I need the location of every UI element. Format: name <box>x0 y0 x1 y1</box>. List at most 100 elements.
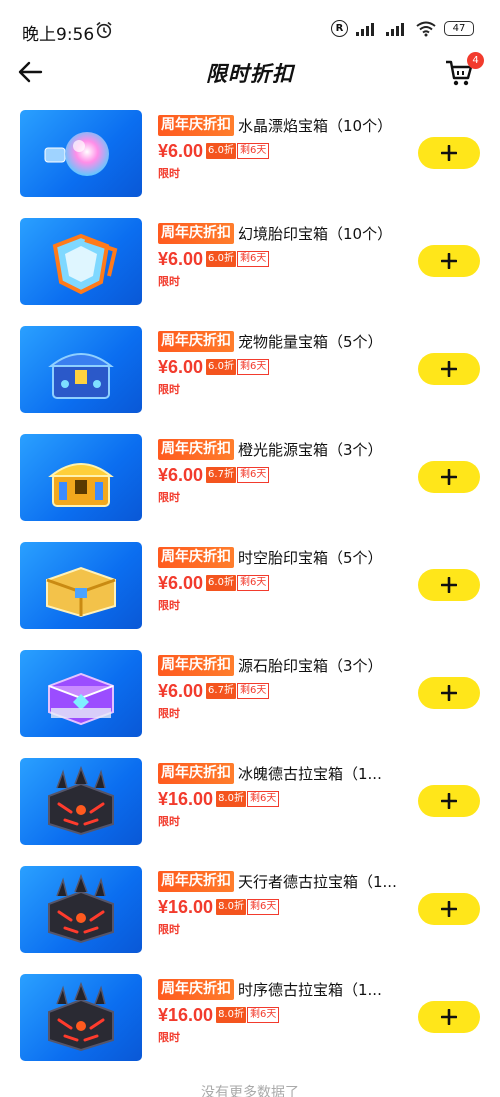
product-name[interactable]: 橙光能源宝箱（3个） <box>238 439 383 460</box>
discount-badge: 6.7折 <box>206 467 236 483</box>
product-thumbnail[interactable] <box>20 650 142 737</box>
remaining-days-badge: 剩6天 <box>236 359 270 375</box>
plus-icon <box>441 1009 457 1025</box>
promo-tag: 周年庆折扣 <box>158 222 234 244</box>
product-info: 周年庆折扣 橙光能源宝箱（3个） ¥6.00 6.7折 剩6天 限时 <box>158 438 408 505</box>
price-line: ¥6.00 6.0折 剩6天 <box>158 139 408 163</box>
add-to-cart-button[interactable] <box>418 893 480 925</box>
product-row[interactable]: 周年庆折扣 幻境胎印宝箱（10个） ¥6.00 6.0折 剩6天限时 <box>0 216 500 306</box>
no-more-data-text: 没有更多数据了 <box>201 1085 299 1097</box>
remaining-days-badge: 剩6天 <box>246 1007 280 1023</box>
product-row[interactable]: 周年庆折扣 橙光能源宝箱（3个） ¥6.00 6.7折 剩6天 限时 <box>0 432 500 522</box>
add-to-cart-button[interactable] <box>418 137 480 169</box>
chest-image <box>48 352 114 399</box>
product-name[interactable]: 宠物能量宝箱（5个） <box>238 331 383 352</box>
limited-time-label: 限时 <box>158 923 180 936</box>
product-price: ¥6.00 <box>158 572 204 593</box>
chest-image <box>48 765 114 835</box>
limited-time-label: 限时 <box>158 383 180 396</box>
discount-badge: 6.7折 <box>206 683 236 699</box>
product-row[interactable]: 周年庆折扣 宠物能量宝箱（5个） ¥6.00 6.0折 剩6天 限时 <box>0 324 500 414</box>
product-row[interactable]: 周年庆折扣 时序德古拉宝箱（1... ¥16.00 8.0折 剩6天 限时 <box>0 972 500 1062</box>
product-thumbnail[interactable] <box>20 974 142 1061</box>
product-price: ¥6.00 <box>158 356 204 377</box>
product-info: 周年庆折扣 宠物能量宝箱（5个） ¥6.00 6.0折 剩6天 限时 <box>158 330 408 397</box>
product-info: 周年庆折扣 时序德古拉宝箱（1... ¥16.00 8.0折 剩6天 限时 <box>158 978 408 1045</box>
promo-tag: 周年庆折扣 <box>158 330 234 352</box>
plus-icon <box>441 361 457 377</box>
battery-icon: 47 <box>444 21 474 36</box>
product-row[interactable]: 周年庆折扣 天行者德古拉宝箱（1... ¥16.00 8.0折 剩6天 限时 <box>0 864 500 954</box>
product-row[interactable]: 周年庆折扣 时空胎印宝箱（5个） ¥6.00 6.0折 剩6天 限时 <box>0 540 500 630</box>
product-title-line: 周年庆折扣 天行者德古拉宝箱（1... <box>158 870 408 892</box>
product-name[interactable]: 时空胎印宝箱（5个） <box>238 547 383 568</box>
product-name[interactable]: 水晶漂焰宝箱（10个） <box>238 115 392 136</box>
add-to-cart-button[interactable] <box>418 461 480 493</box>
plus-icon <box>441 253 457 269</box>
plus-icon <box>441 469 457 485</box>
chest-image <box>48 873 114 943</box>
product-thumbnail[interactable] <box>20 110 142 197</box>
status-time: 晚上9:56 <box>22 25 95 45</box>
product-name[interactable]: 幻境胎印宝箱（10个） <box>238 223 392 244</box>
product-name[interactable]: 冰魄德古拉宝箱（1... <box>238 763 382 784</box>
product-name[interactable]: 源石胎印宝箱（3个） <box>238 655 383 676</box>
product-thumbnail[interactable] <box>20 326 142 413</box>
chest-image <box>46 566 116 617</box>
cart-count-badge: 4 <box>467 52 484 69</box>
promo-tag: 周年庆折扣 <box>158 546 234 568</box>
status-icons: R 47 <box>331 20 474 37</box>
limited-time-label: 限时 <box>158 707 180 720</box>
product-thumbnail[interactable] <box>20 434 142 521</box>
discount-badge: 8.0折 <box>216 791 246 807</box>
discount-badge: 8.0折 <box>216 899 246 915</box>
price-line: ¥16.00 8.0折 剩6天 <box>158 1003 408 1027</box>
remaining-days-badge: 剩6天 <box>246 899 280 915</box>
discount-badge: 8.0折 <box>216 1007 246 1023</box>
product-info: 周年庆折扣 幻境胎印宝箱（10个） ¥6.00 6.0折 剩6天限时 <box>158 222 408 289</box>
product-thumbnail[interactable] <box>20 866 142 953</box>
signal-icon <box>386 22 408 36</box>
remaining-days-badge: 剩6天 <box>236 683 270 699</box>
price-line: ¥6.00 6.7折 剩6天 <box>158 679 408 703</box>
wifi-icon <box>416 21 436 36</box>
product-price: ¥6.00 <box>158 140 204 161</box>
add-to-cart-button[interactable] <box>418 1001 480 1033</box>
add-to-cart-button[interactable] <box>418 785 480 817</box>
product-thumbnail[interactable] <box>20 218 142 305</box>
remaining-days-badge: 剩6天 <box>236 143 270 159</box>
remaining-days-badge: 剩6天 <box>236 575 270 591</box>
product-row[interactable]: 周年庆折扣 水晶漂焰宝箱（10个） ¥6.00 6.0折 剩6天 限时 <box>0 108 500 198</box>
product-thumbnail[interactable] <box>20 758 142 845</box>
limited-time-label: 限时 <box>158 275 180 288</box>
add-to-cart-button[interactable] <box>418 677 480 709</box>
chest-image <box>44 131 109 176</box>
chest-image <box>48 462 114 507</box>
add-to-cart-button[interactable] <box>418 353 480 385</box>
add-to-cart-button[interactable] <box>418 245 480 277</box>
promo-tag: 周年庆折扣 <box>158 870 234 892</box>
product-title-line: 周年庆折扣 幻境胎印宝箱（10个） <box>158 222 408 244</box>
chest-image <box>52 233 118 294</box>
cart-button[interactable]: 4 <box>444 52 484 88</box>
plus-icon <box>441 901 457 917</box>
add-to-cart-button[interactable] <box>418 569 480 601</box>
limited-time-label: 限时 <box>158 599 180 612</box>
promo-tag: 周年庆折扣 <box>158 762 234 784</box>
promo-tag: 周年庆折扣 <box>158 438 234 460</box>
signal-icon <box>356 22 378 36</box>
product-row[interactable]: 周年庆折扣 源石胎印宝箱（3个） ¥6.00 6.7折 剩6天 限时 <box>0 648 500 738</box>
product-name[interactable]: 时序德古拉宝箱（1... <box>238 979 382 1000</box>
discount-badge: 6.0折 <box>206 251 236 267</box>
price-line: ¥6.00 6.7折 剩6天 <box>158 463 408 487</box>
discount-badge: 6.0折 <box>206 143 236 159</box>
product-title-line: 周年庆折扣 时序德古拉宝箱（1... <box>158 978 408 1000</box>
product-price: ¥6.00 <box>158 464 204 485</box>
registered-icon: R <box>331 20 348 37</box>
plus-icon <box>441 577 457 593</box>
price-line: ¥6.00 6.0折 剩6天 <box>158 247 408 271</box>
product-thumbnail[interactable] <box>20 542 142 629</box>
product-row[interactable]: 周年庆折扣 冰魄德古拉宝箱（1... ¥16.00 8.0折 剩6天 限时 <box>0 756 500 846</box>
product-info: 周年庆折扣 天行者德古拉宝箱（1... ¥16.00 8.0折 剩6天 限时 <box>158 870 408 937</box>
product-name[interactable]: 天行者德古拉宝箱（1... <box>238 871 397 892</box>
